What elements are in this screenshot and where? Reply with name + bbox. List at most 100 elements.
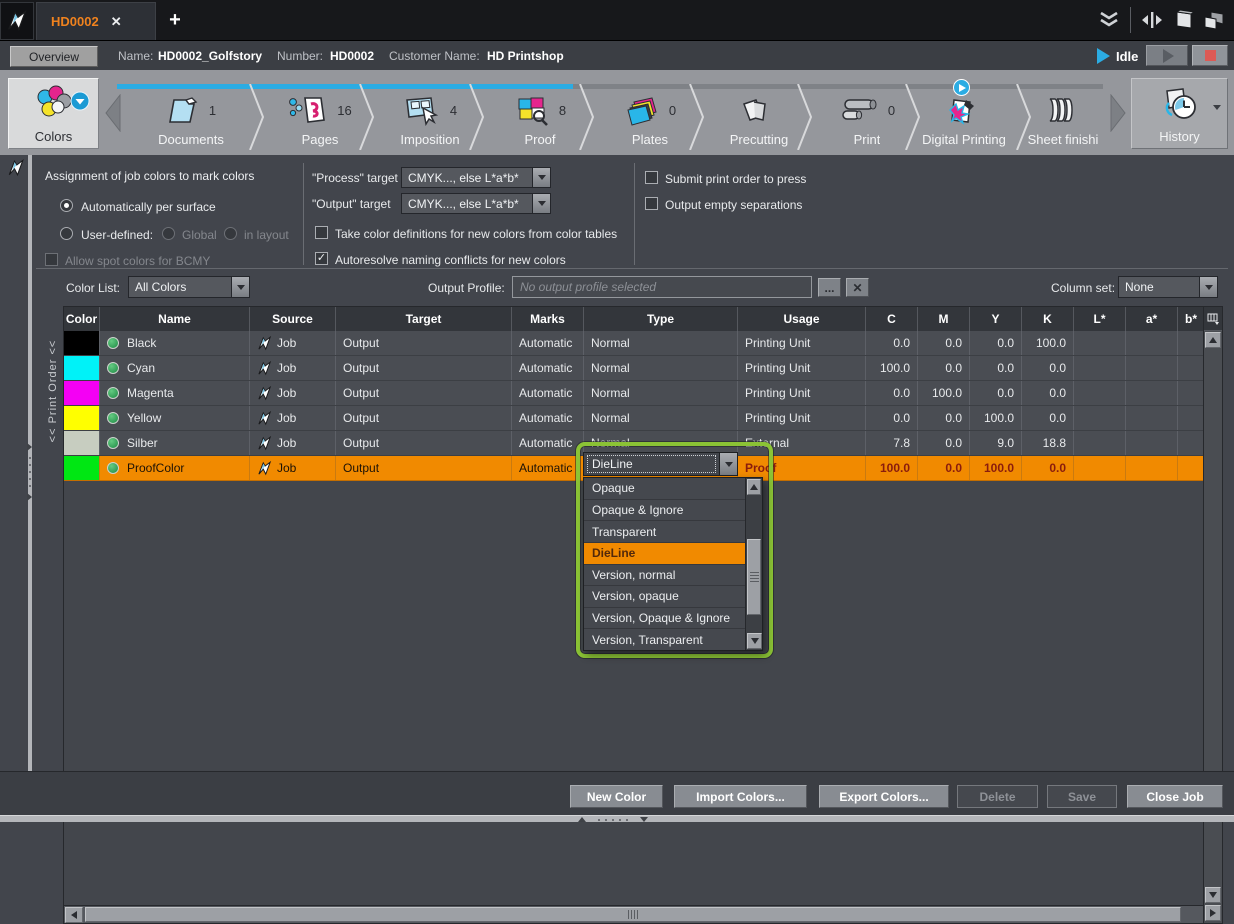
radio-user-defined[interactable] — [60, 227, 73, 240]
process-target-select[interactable]: CMYK..., else L*a*b* — [401, 167, 551, 188]
type-combobox[interactable]: DieLine — [583, 452, 738, 476]
stop-button[interactable] — [1192, 45, 1228, 66]
overview-button[interactable]: Overview — [10, 46, 98, 67]
type-dropdown-list: Opaque Opaque & Ignore Transparent DieLi… — [583, 477, 763, 651]
job-tab[interactable]: HD0002 ✕ — [36, 2, 156, 40]
header-source[interactable]: Source — [250, 307, 336, 331]
fit-width-icon[interactable] — [1140, 9, 1164, 31]
dropdown-option-transparent[interactable]: Transparent — [584, 521, 745, 543]
checkbox-output-empty-seps[interactable] — [645, 197, 658, 210]
panel-switch-icon[interactable] — [1202, 9, 1226, 31]
radio-global[interactable] — [162, 227, 175, 240]
clear-profile-button[interactable]: ✕ — [846, 278, 869, 297]
header-a[interactable]: a* — [1126, 307, 1178, 331]
scroll-up-button[interactable] — [1205, 332, 1221, 348]
dropdown-option-opaque[interactable]: Opaque — [584, 478, 745, 500]
header-type[interactable]: Type — [584, 307, 738, 331]
checkbox-allow-spot[interactable] — [45, 253, 58, 266]
header-color[interactable]: Color — [64, 307, 100, 331]
dropdown-option-version-transparent[interactable]: Version, Transparent — [584, 629, 745, 650]
header-c[interactable]: C — [866, 307, 918, 331]
documents-count: 1 — [209, 103, 216, 118]
save-button[interactable]: Save — [1047, 785, 1117, 808]
header-b[interactable]: b* — [1178, 307, 1204, 331]
dropdown-scroll-down-button[interactable] — [747, 633, 762, 649]
horizontal-scrollbar[interactable] — [64, 905, 1203, 923]
run-button[interactable] — [1146, 45, 1188, 66]
step-separator — [469, 84, 485, 150]
table-row-black[interactable]: Black Job Output Automatic Normal Printi… — [64, 331, 1222, 356]
scroll-steps-right-icon[interactable] — [1108, 94, 1128, 132]
horizontal-scrollbar-thumb[interactable] — [85, 907, 1181, 922]
radio-auto-per-surface[interactable] — [60, 199, 73, 212]
dropdown-arrow-icon[interactable] — [719, 453, 737, 475]
import-colors-button[interactable]: Import Colors... — [674, 785, 807, 808]
dropdown-scrollbar-thumb[interactable] — [747, 539, 761, 615]
dropdown-arrow-icon[interactable] — [1199, 277, 1217, 297]
radio-in-layout-label: in layout — [244, 228, 289, 242]
scroll-down-button[interactable] — [1205, 887, 1221, 903]
header-y[interactable]: Y — [970, 307, 1022, 331]
scroll-left-button[interactable] — [65, 907, 83, 923]
header-usage[interactable]: Usage — [738, 307, 866, 331]
checkbox-submit-print-order[interactable] — [645, 171, 658, 184]
print-icon — [839, 94, 879, 126]
history-dropdown-arrow[interactable] — [1213, 105, 1221, 110]
delete-button[interactable]: Delete — [957, 785, 1038, 808]
new-color-button[interactable]: New Color — [570, 785, 663, 808]
radio-in-layout[interactable] — [224, 227, 237, 240]
header-l[interactable]: L* — [1074, 307, 1126, 331]
color-swatch — [64, 331, 99, 355]
workflow-history-button[interactable]: History — [1131, 78, 1228, 149]
chevron-double-down-icon[interactable] — [1098, 12, 1120, 28]
column-set-select[interactable]: None — [1118, 276, 1218, 298]
colors-dropdown-badge[interactable] — [70, 91, 90, 111]
checkbox-autoresolve[interactable]: ✓ — [315, 252, 328, 265]
column-chooser-icon — [1207, 313, 1220, 325]
dropdown-arrow-icon[interactable] — [532, 168, 550, 187]
header-k[interactable]: K — [1022, 307, 1074, 331]
dropdown-option-version-opaque-ignore[interactable]: Version, Opaque & Ignore — [584, 608, 745, 630]
step-documents[interactable]: 1 Documents — [135, 84, 247, 150]
dropdown-scrollbar[interactable] — [745, 478, 762, 650]
export-colors-button[interactable]: Export Colors... — [819, 785, 949, 808]
dropdown-option-opaque-ignore[interactable]: Opaque & Ignore — [584, 500, 745, 522]
header-marks[interactable]: Marks — [512, 307, 584, 331]
titlebar-divider — [1130, 7, 1131, 33]
step-sheet-finishing[interactable]: Sheet finishi — [1022, 84, 1104, 150]
close-job-button[interactable]: Close Job — [1127, 785, 1223, 808]
plates-count: 0 — [669, 103, 676, 118]
scroll-steps-left-icon[interactable] — [103, 94, 123, 132]
output-profile-field[interactable]: No output profile selected — [512, 276, 812, 298]
color-list-select[interactable]: All Colors — [128, 276, 250, 298]
header-name[interactable]: Name — [100, 307, 250, 331]
header-m[interactable]: M — [918, 307, 970, 331]
sheet-finishing-icon — [1042, 94, 1076, 126]
vertical-splitter-grip[interactable] — [27, 443, 33, 501]
table-row-yellow[interactable]: Yellow Job Output Automatic Normal Print… — [64, 406, 1222, 431]
workflow-colors-label: Colors — [35, 129, 73, 144]
table-row-cyan[interactable]: Cyan Job Output Automatic Normal Printin… — [64, 356, 1222, 381]
output-target-select[interactable]: CMYK..., else L*a*b* — [401, 193, 551, 214]
dropdown-option-version-normal[interactable]: Version, normal — [584, 565, 745, 587]
dropdown-option-version-opaque[interactable]: Version, opaque — [584, 586, 745, 608]
dropdown-arrow-icon[interactable] — [231, 277, 249, 297]
dropdown-arrow-icon[interactable] — [532, 194, 550, 213]
bottom-splitter[interactable] — [0, 815, 1234, 822]
bottom-splitter-grip[interactable] — [578, 816, 648, 823]
table-row-magenta[interactable]: Magenta Job Output Automatic Normal Prin… — [64, 381, 1222, 406]
dropdown-option-dieline[interactable]: DieLine — [584, 543, 745, 565]
column-chooser-button[interactable] — [1204, 307, 1222, 331]
scroll-right-button[interactable] — [1205, 905, 1221, 921]
workflow-colors-button[interactable]: Colors — [8, 78, 99, 149]
print-count: 0 — [888, 103, 895, 118]
checkbox-take-color-defs[interactable] — [315, 226, 328, 239]
new-tab-button[interactable]: + — [160, 0, 190, 40]
step-separator — [249, 84, 265, 150]
tab-close-icon[interactable]: ✕ — [111, 14, 122, 30]
header-target[interactable]: Target — [336, 307, 512, 331]
dropdown-scroll-up-button[interactable] — [747, 479, 761, 495]
browse-profile-button[interactable]: ... — [818, 278, 841, 297]
panel-view-icon[interactable] — [1172, 9, 1196, 31]
vertical-scrollbar[interactable] — [1203, 307, 1222, 923]
